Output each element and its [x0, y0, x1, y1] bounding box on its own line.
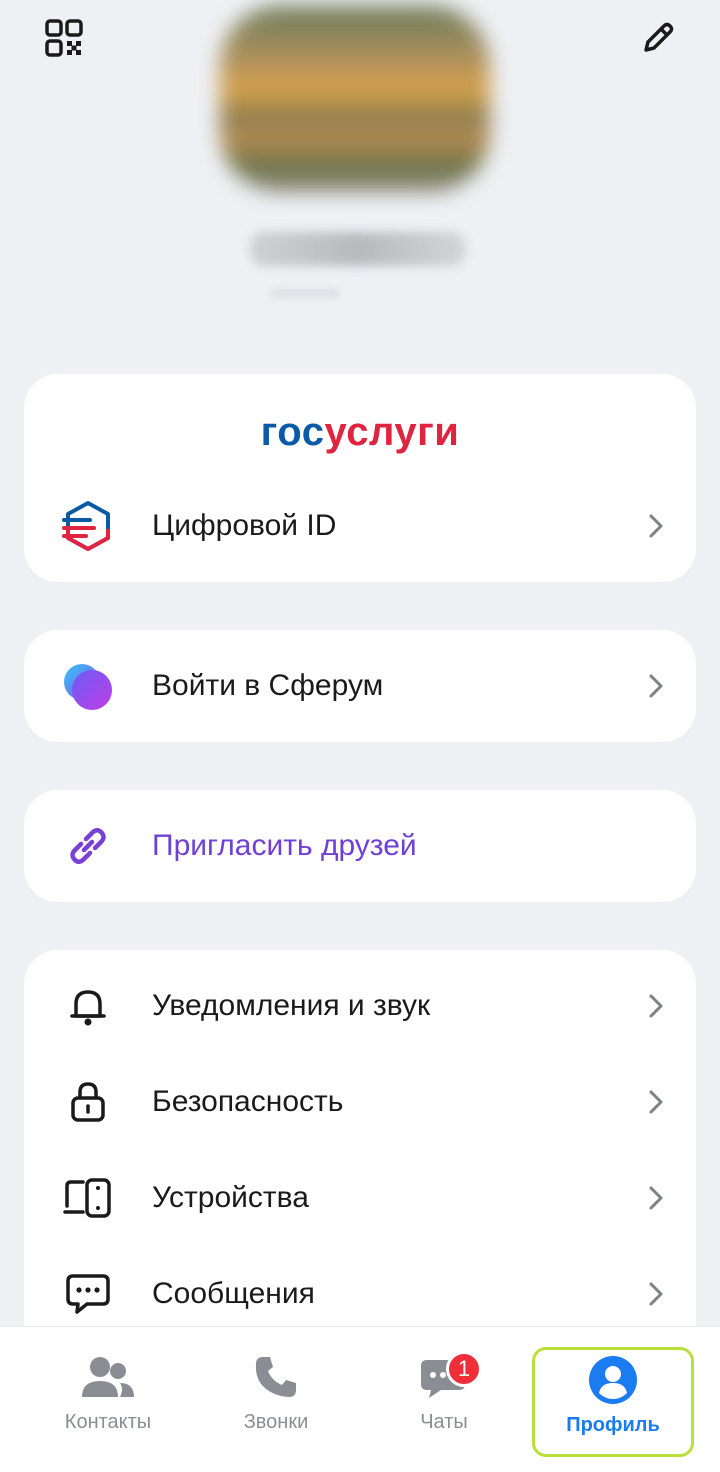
- digital-id-label: Цифровой ID: [152, 509, 337, 542]
- nav-contacts[interactable]: Контакты: [28, 1347, 188, 1457]
- profile-icon: [583, 1350, 643, 1410]
- link-icon: [60, 818, 116, 874]
- sferum-logo-icon: [60, 658, 116, 714]
- chevron-right-icon: [644, 514, 668, 538]
- pencil-icon[interactable]: [630, 10, 686, 66]
- nav-label: Контакты: [64, 1411, 152, 1433]
- settings-item-label: Устройства: [152, 1181, 309, 1214]
- nav-label: Профиль: [566, 1414, 660, 1436]
- message-icon: [60, 1266, 116, 1322]
- chevron-right-icon: [644, 1090, 668, 1114]
- phone-icon: [246, 1347, 306, 1407]
- settings-item-security[interactable]: Безопасность: [24, 1054, 696, 1150]
- nav-label: Чаты: [420, 1411, 468, 1433]
- bottom-navigation: Контакты Звонки 1 Чаты Профиль: [0, 1326, 720, 1472]
- settings-item-label: Безопасность: [152, 1085, 344, 1118]
- invite-friends-label: Пригласить друзей: [152, 829, 417, 862]
- settings-item-label: Сообщения: [152, 1277, 315, 1310]
- gosuslugi-card: госуслуги Цифровой ID: [24, 374, 696, 582]
- devices-icon: [60, 1170, 116, 1226]
- settings-item-label: Уведомления и звук: [152, 989, 431, 1022]
- settings-item-notifications[interactable]: Уведомления и звук: [24, 958, 696, 1054]
- invite-card: Пригласить друзей: [24, 790, 696, 902]
- sferum-label: Войти в Сферум: [152, 669, 384, 702]
- gosuslugi-logo: госуслуги: [260, 410, 460, 454]
- nav-calls[interactable]: Звонки: [196, 1347, 356, 1457]
- nav-profile[interactable]: Профиль: [532, 1347, 694, 1457]
- sferum-card: Войти в Сферум: [24, 630, 696, 742]
- contacts-icon: [78, 1347, 138, 1407]
- invite-friends-row[interactable]: Пригласить друзей: [24, 798, 696, 894]
- unread-badge: 1: [446, 1351, 482, 1387]
- chevron-right-icon: [644, 674, 668, 698]
- bell-icon: [60, 978, 116, 1034]
- chevron-right-icon: [644, 994, 668, 1018]
- nav-chats[interactable]: 1 Чаты: [364, 1347, 524, 1457]
- settings-card: Уведомления и звук Безопасность Устройст…: [24, 950, 696, 1350]
- sferum-row[interactable]: Войти в Сферум: [24, 638, 696, 734]
- digital-id-icon: [60, 498, 116, 554]
- qr-code-icon[interactable]: [36, 10, 92, 66]
- digital-id-row[interactable]: Цифровой ID: [24, 478, 696, 574]
- profile-subtitle: [270, 288, 340, 298]
- settings-item-devices[interactable]: Устройства: [24, 1150, 696, 1246]
- avatar[interactable]: [220, 6, 490, 192]
- profile-name: [250, 232, 466, 266]
- lock-icon: [60, 1074, 116, 1130]
- chevron-right-icon: [644, 1186, 668, 1210]
- nav-label: Звонки: [243, 1411, 309, 1433]
- chevron-right-icon: [644, 1282, 668, 1306]
